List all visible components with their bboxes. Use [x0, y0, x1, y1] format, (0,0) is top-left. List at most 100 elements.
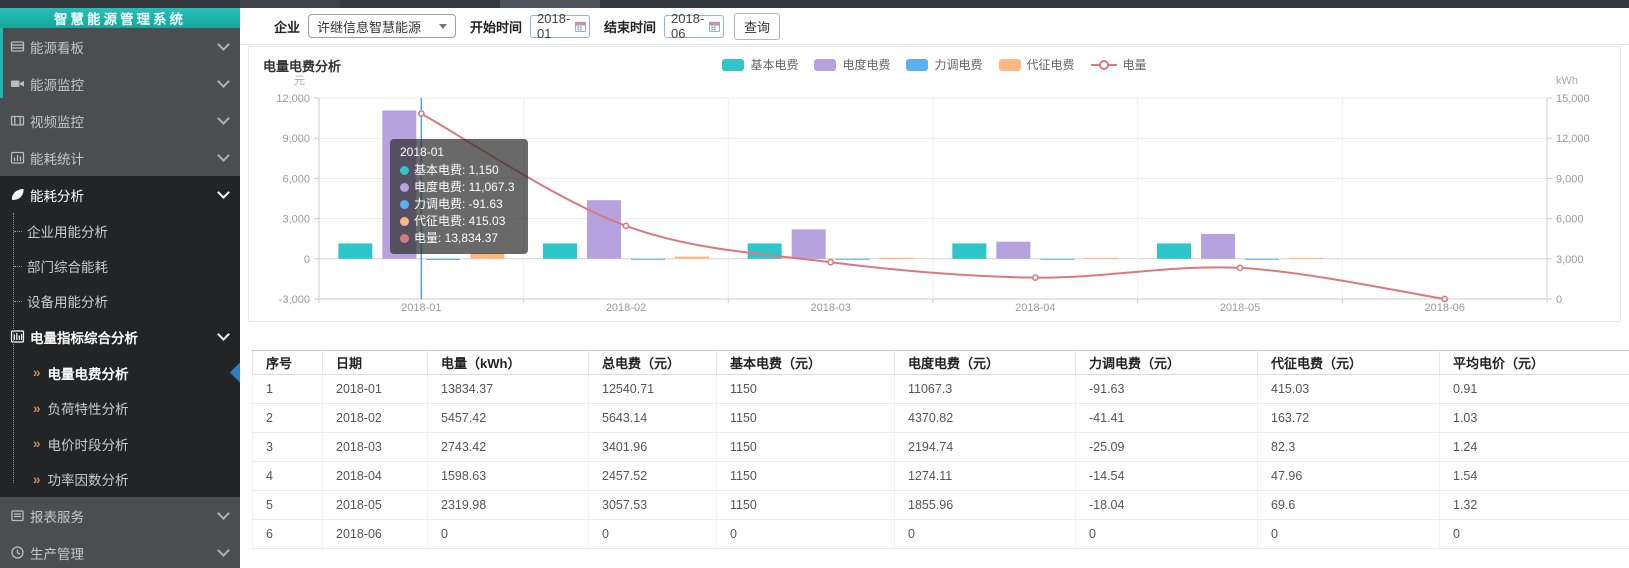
table-cell: 5 [253, 491, 323, 520]
table-body: 12018-0113834.3712540.71115011067.3-91.6… [253, 375, 1629, 549]
sidebar-item[interactable]: 生产管理 [0, 534, 240, 568]
bar-代征电费[interactable] [1289, 258, 1323, 259]
sidebar-item[interactable]: 能耗分析 [0, 176, 240, 213]
tab-segment[interactable] [340, 0, 500, 8]
left-axis-tick: -3,000 [279, 294, 310, 306]
table-cell: 0 [589, 520, 717, 549]
bar-代征电费[interactable] [880, 258, 914, 259]
bar-力调电费[interactable] [426, 259, 460, 260]
table-header-cell: 日期 [323, 351, 428, 375]
end-date-value: 2018-06 [671, 11, 709, 41]
bar-电度电费[interactable] [1201, 234, 1235, 259]
bar-基本电费[interactable] [338, 243, 372, 258]
sidebar-item[interactable]: »负荷特性分析 [0, 391, 240, 427]
table-cell: 1.03 [1440, 404, 1629, 433]
bar-stats-icon [10, 150, 25, 165]
sidebar-item[interactable]: 能耗统计 [0, 139, 240, 176]
start-date-input[interactable]: 2018-01 [530, 15, 590, 38]
legend-item[interactable]: 代征电费 [999, 56, 1075, 73]
bar-基本电费[interactable] [543, 243, 577, 258]
table-cell: 2018-04 [323, 462, 428, 491]
sidebar-item[interactable]: » 电量电费分析 [0, 355, 240, 391]
chevron-down-icon [217, 544, 230, 557]
line-point[interactable] [828, 260, 833, 265]
bar-line-chart[interactable]: 12,00015,0009,00012,0006,0009,0003,0006,… [249, 47, 1620, 321]
app-title: 智慧能源管理系统 [0, 8, 240, 28]
browser-tab-strip [0, 0, 1629, 8]
right-axis-tick: 3,000 [1556, 254, 1584, 266]
legend-item[interactable]: 电量 [1091, 56, 1147, 73]
bar-电度电费[interactable] [996, 242, 1030, 259]
sidebar-item[interactable]: 报表服务 [0, 497, 240, 534]
legend-item[interactable]: 力调电费 [906, 56, 982, 73]
sidebar-item-label: 电量电费分析 [48, 363, 129, 383]
data-table: 序号日期电量（kWh）总电费（元）基本电费（元）电度电费（元）力调电费（元）代征… [252, 350, 1629, 549]
table-cell: 1 [253, 375, 323, 404]
table-cell: 1.54 [1440, 462, 1629, 491]
table-cell: 1150 [717, 462, 895, 491]
tab-segment-active[interactable] [500, 0, 600, 8]
legend-swatch [814, 59, 836, 71]
double-arrow-marker: » [33, 472, 41, 487]
bar-力调电费[interactable] [631, 259, 665, 260]
bar-力调电费[interactable] [1040, 259, 1074, 260]
sidebar-item[interactable]: »功率因数分析 [0, 462, 240, 498]
legend-line-swatch [1091, 59, 1117, 71]
filter-bar: 企业 许继信息智慧能源 开始时间 2018-01 结束时间 2018-06 查询 [240, 8, 1629, 45]
kanban-icon [10, 39, 25, 54]
legend-label: 基本电费 [750, 56, 798, 73]
table-cell: 1.24 [1440, 433, 1629, 462]
sidebar-item[interactable]: 部门综合能耗 [0, 248, 240, 283]
table-row: 22018-025457.425643.1411504370.82-41.411… [253, 404, 1629, 433]
bar-基本电费[interactable] [952, 243, 986, 258]
table-header-cell: 力调电费（元） [1076, 351, 1258, 375]
bar-代征电费[interactable] [675, 257, 709, 259]
bar-电度电费[interactable] [792, 229, 826, 258]
sidebar-item[interactable]: 能源看板 [0, 28, 240, 65]
table-cell: 12540.71 [589, 375, 717, 404]
sidebar-menu: 能源看板能源监控视频监控能耗统计能耗分析企业用能分析部门综合能耗设备用能分析电量… [0, 28, 240, 568]
calendar-icon[interactable] [709, 21, 720, 32]
sidebar-item[interactable]: »电价时段分析 [0, 426, 240, 462]
page: { "app_title": "智慧能源管理系统", "colors": { "… [0, 0, 1629, 568]
line-point[interactable] [1033, 275, 1038, 280]
table-cell: 6 [253, 520, 323, 549]
bar-代征电费[interactable] [470, 253, 504, 259]
sidebar-item[interactable]: 视频监控 [0, 102, 240, 139]
left-axis-tick: 6,000 [282, 173, 310, 185]
sidebar-item[interactable]: 企业用能分析 [0, 213, 240, 248]
bar-基本电费[interactable] [1157, 243, 1191, 258]
table-cell: 0 [717, 520, 895, 549]
sidebar-item-label: 企业用能分析 [27, 221, 108, 241]
sidebar-item-label: 报表服务 [30, 506, 84, 526]
line-point[interactable] [623, 223, 628, 228]
company-select[interactable]: 许继信息智慧能源 [308, 14, 456, 38]
start-time-label: 开始时间 [470, 17, 522, 36]
table-cell: 1150 [717, 491, 895, 520]
table-cell: 1150 [717, 375, 895, 404]
leaf-icon [10, 187, 25, 202]
bar-电度电费[interactable] [382, 111, 416, 259]
sidebar-item[interactable]: 设备用能分析 [0, 283, 240, 318]
sidebar-item[interactable]: 电量指标综合分析 [0, 318, 240, 355]
left-axis-tick: 9,000 [282, 133, 310, 145]
search-button[interactable]: 查询 [734, 13, 780, 40]
sidebar-item-label: 能源看板 [30, 37, 84, 57]
sidebar-item[interactable]: 能源监控 [0, 65, 240, 102]
bar-力调电费[interactable] [1245, 259, 1279, 260]
bar-力调电费[interactable] [836, 259, 870, 260]
tab-segment[interactable] [240, 0, 340, 8]
line-point[interactable] [1442, 296, 1447, 301]
legend-item[interactable]: 基本电费 [722, 56, 798, 73]
bar-代征电费[interactable] [1084, 258, 1118, 259]
line-point[interactable] [419, 111, 424, 116]
table-header-cell: 代征电费（元） [1258, 351, 1440, 375]
calendar-icon[interactable] [575, 21, 586, 32]
bar-电度电费[interactable] [587, 200, 621, 259]
end-date-input[interactable]: 2018-06 [664, 15, 724, 38]
legend-item[interactable]: 电度电费 [814, 56, 890, 73]
double-arrow-marker: » [33, 365, 41, 380]
camera-icon [10, 76, 25, 91]
table-cell: 0 [895, 520, 1076, 549]
line-point[interactable] [1237, 265, 1242, 270]
